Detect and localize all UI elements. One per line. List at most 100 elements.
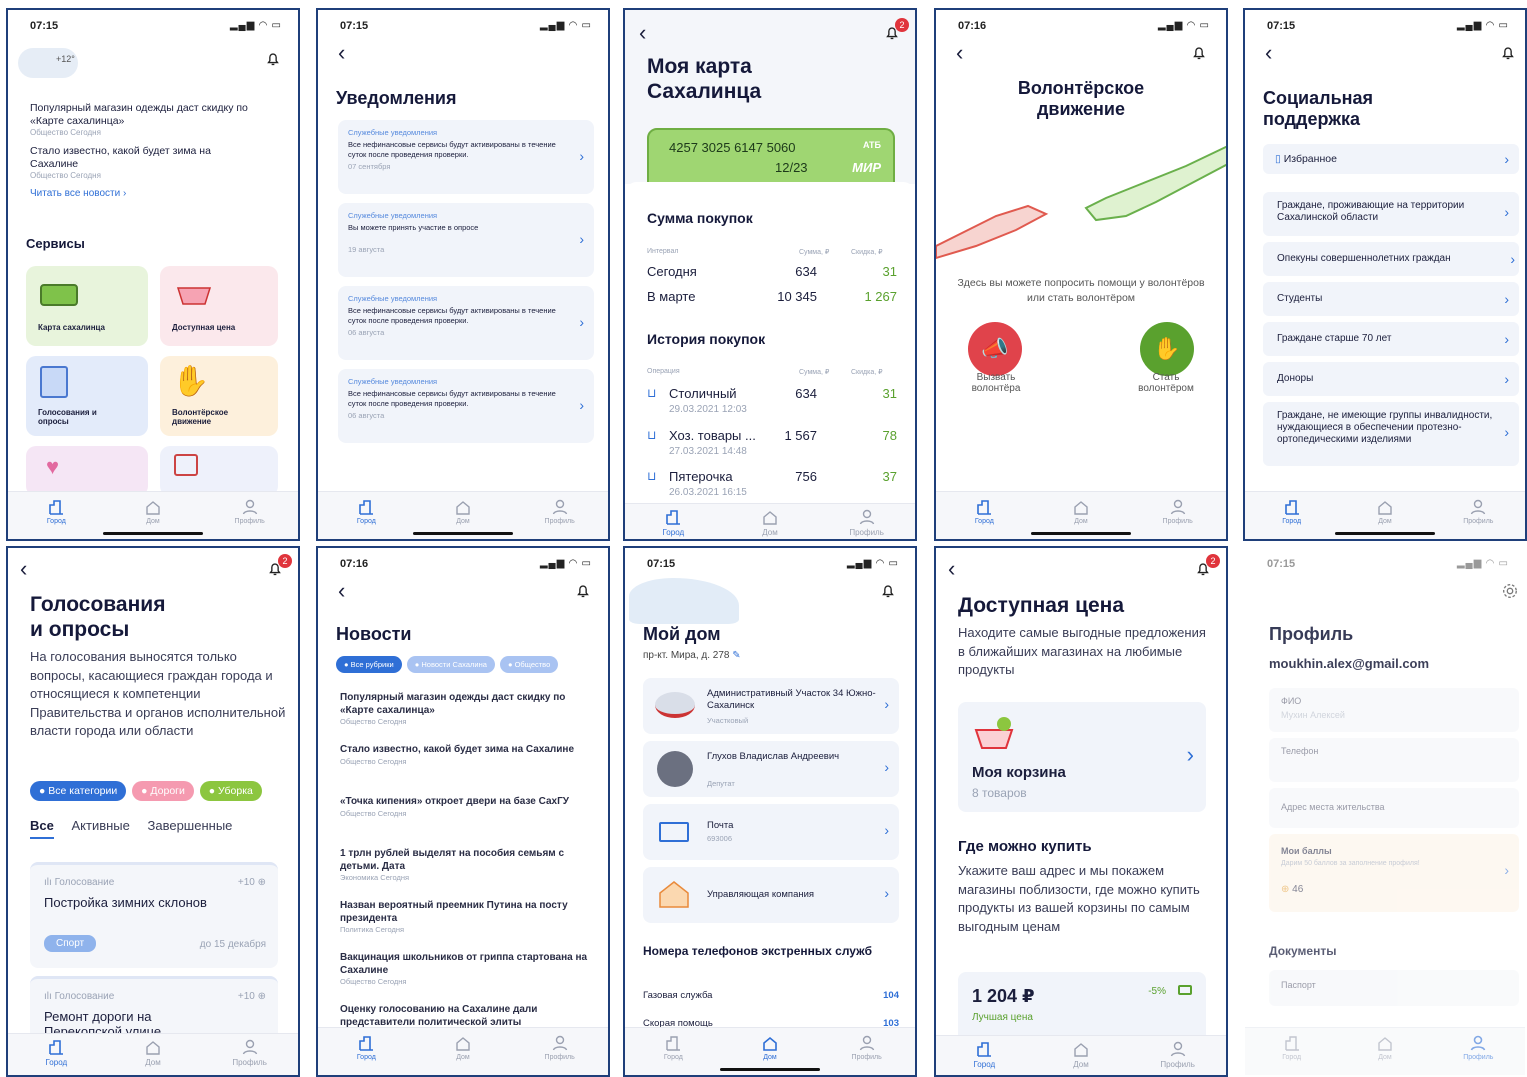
my-basket-card[interactable]: Моя корзина 8 товаров ›: [958, 702, 1206, 812]
category-item[interactable]: Студенты ›: [1263, 282, 1519, 316]
back-button[interactable]: ‹: [20, 558, 27, 580]
notification-item[interactable]: Служебные уведомления Вы можете принять у…: [338, 203, 594, 277]
fio-field[interactable]: ФИО Мухин Алексей: [1269, 688, 1519, 732]
back-button[interactable]: ‹: [1265, 42, 1272, 64]
notifications-bell-icon[interactable]: 2: [1194, 554, 1220, 580]
bank-card[interactable]: 4257 3025 6147 5060 АТБ 12/23 МИР: [647, 128, 895, 188]
back-button[interactable]: ‹: [956, 42, 963, 64]
tab-city[interactable]: Город: [949, 498, 1019, 539]
notification-item[interactable]: Служебные уведомления Все нефинансовые се…: [338, 286, 594, 360]
history-row[interactable]: ⊔ Столичный 29.03.2021 12:03 634 31: [647, 386, 897, 424]
service-number[interactable]: 104: [883, 990, 899, 1001]
tab-profile[interactable]: Профиль: [525, 1034, 595, 1075]
back-button[interactable]: ‹: [639, 22, 646, 44]
service-tile-votes[interactable]: Голосования и опросы: [26, 356, 148, 436]
tab-profile[interactable]: Профиль: [1443, 498, 1513, 539]
news-item[interactable]: Популярный магазин одежды даст скидку по…: [30, 102, 260, 137]
tab-city[interactable]: Город: [21, 1038, 91, 1075]
category-item[interactable]: Доноры ›: [1263, 362, 1519, 396]
tab-city[interactable]: Город: [21, 498, 91, 539]
contact-item[interactable]: Глухов Владислав Андреевич Депутат ›: [643, 741, 899, 797]
news-item[interactable]: «Точка кипения» откроет двери на базе Са…: [340, 796, 590, 848]
settings-gear-icon[interactable]: [1501, 582, 1521, 602]
tab-city[interactable]: Город: [638, 508, 708, 539]
chip-all-categories[interactable]: ● Все категории: [30, 781, 127, 801]
phone-field[interactable]: Телефон: [1269, 738, 1519, 782]
history-row[interactable]: ⊔ Хоз. товары ... 27.03.2021 14:48 1 567 78: [647, 428, 897, 466]
favorites-row[interactable]: ▯ Избранное ›: [1263, 144, 1519, 174]
notifications-bell-icon[interactable]: 2: [883, 18, 909, 44]
call-volunteer-button[interactable]: 📣: [968, 322, 1022, 376]
notification-item[interactable]: Служебные уведомления Все нефинансовые се…: [338, 120, 594, 194]
tab-profile[interactable]: Профиль: [1143, 498, 1213, 539]
poll-card[interactable]: ılı Голосование +10 ⊕ Постройка зимних с…: [30, 862, 278, 968]
tab-home[interactable]: Дом: [735, 508, 805, 539]
back-button[interactable]: ‹: [338, 580, 345, 602]
service-tile-price[interactable]: Доступная цена: [160, 266, 278, 346]
passport-item[interactable]: Паспорт: [1269, 970, 1519, 1006]
category-item[interactable]: Граждане, проживающие на территории Саха…: [1263, 192, 1519, 236]
back-button[interactable]: ‹: [338, 42, 345, 64]
tab-home[interactable]: Дом: [1046, 1040, 1116, 1075]
news-item[interactable]: Стало известно, какой будет зима на Саха…: [30, 145, 260, 180]
filter-all[interactable]: Все: [30, 818, 54, 839]
news-item[interactable]: Назван вероятный преемник Путина на пост…: [340, 900, 590, 952]
service-tile-volunteer[interactable]: ✋ Волонтёрское движение: [160, 356, 278, 436]
tab-city[interactable]: Город: [949, 1040, 1019, 1075]
notifications-bell-icon[interactable]: 2: [266, 554, 292, 580]
news-item[interactable]: Популярный магазин одежды даст скидку по…: [340, 692, 590, 744]
back-button[interactable]: ‹: [948, 558, 955, 580]
address-row[interactable]: пр-кт. Мира, д. 278 ✎: [643, 650, 741, 661]
category-item[interactable]: Граждане старше 70 лет ›: [1263, 322, 1519, 356]
notifications-bell-icon[interactable]: [879, 582, 899, 602]
category-item[interactable]: Граждане, не имеющие группы инвалидности…: [1263, 402, 1519, 466]
edit-pencil-icon[interactable]: ✎: [732, 650, 740, 661]
notifications-bell-icon[interactable]: [1190, 44, 1210, 64]
contact-item[interactable]: Почта 693006 ›: [643, 804, 899, 860]
police-cap-icon: [655, 692, 695, 718]
tab-profile[interactable]: Профиль: [215, 498, 285, 539]
news-item[interactable]: Вакцинация школьников от гриппа стартова…: [340, 952, 590, 1004]
tab-city[interactable]: Город: [331, 498, 401, 539]
notifications-bell-icon[interactable]: [574, 582, 594, 602]
notifications-bell-icon[interactable]: [264, 50, 284, 70]
tab-profile[interactable]: Профиль: [215, 1038, 285, 1075]
tab-city[interactable]: Город: [638, 1034, 708, 1075]
contact-item[interactable]: Административный Участок 34 Южно-Сахалин…: [643, 678, 899, 734]
points-card[interactable]: Мои баллы Дарим 50 баллов за заполнение …: [1269, 834, 1519, 912]
notifications-bell-icon[interactable]: [1499, 44, 1519, 64]
category-item[interactable]: Опекуны совершеннолетних граждан ›: [1263, 242, 1519, 276]
tab-profile[interactable]: Профиль: [1443, 1034, 1513, 1075]
service-tile-social[interactable]: ♥: [26, 446, 148, 496]
tab-profile[interactable]: Профиль: [525, 498, 595, 539]
offer-card[interactable]: 1 204 ₽ -5% Лучшая цена: [958, 972, 1206, 1042]
contact-item[interactable]: Управляющая компания ›: [643, 867, 899, 923]
phone-row[interactable]: Газовая служба 104: [643, 990, 899, 1001]
notification-item[interactable]: Служебные уведомления Все нефинансовые се…: [338, 369, 594, 443]
tab-home[interactable]: Дом: [1350, 1034, 1420, 1075]
tab-city[interactable]: Город: [1257, 1034, 1327, 1075]
address-field[interactable]: Адрес места жительства: [1269, 788, 1519, 828]
chip-roads[interactable]: ● Дороги: [132, 781, 194, 801]
read-all-news-link[interactable]: Читать все новости ›: [30, 188, 260, 199]
tab-home[interactable]: Дом: [118, 1038, 188, 1075]
tab-city[interactable]: Город: [331, 1034, 401, 1075]
tab-profile[interactable]: Профиль: [1143, 1040, 1213, 1075]
chip-society[interactable]: ● Общество: [499, 656, 559, 673]
tab-home[interactable]: Дом: [428, 1034, 498, 1075]
history-row[interactable]: ⊔ Пятерочка 26.03.2021 16:15 756 37: [647, 469, 897, 507]
become-volunteer-button[interactable]: ✋: [1140, 322, 1194, 376]
news-item[interactable]: Стало известно, какой будет зима на Саха…: [340, 744, 590, 796]
chip-sakhalin-news[interactable]: ● Новости Сахалина: [406, 656, 495, 673]
chip-cleaning[interactable]: ● Уборка: [199, 781, 262, 801]
service-tile-card[interactable]: Карта сахалинца: [26, 266, 148, 346]
tab-profile[interactable]: Профиль: [832, 508, 902, 539]
service-tile-calendar[interactable]: [160, 446, 278, 496]
chip-all-rubrics[interactable]: ● Все рубрики: [336, 656, 402, 673]
services-heading: Сервисы: [26, 236, 85, 251]
filter-active[interactable]: Активные: [71, 818, 129, 833]
tab-city[interactable]: Город: [1257, 498, 1327, 539]
tab-profile[interactable]: Профиль: [832, 1034, 902, 1075]
filter-finished[interactable]: Завершенные: [148, 818, 233, 833]
news-item[interactable]: 1 трлн рублей выделят на пособия семьям …: [340, 848, 590, 900]
